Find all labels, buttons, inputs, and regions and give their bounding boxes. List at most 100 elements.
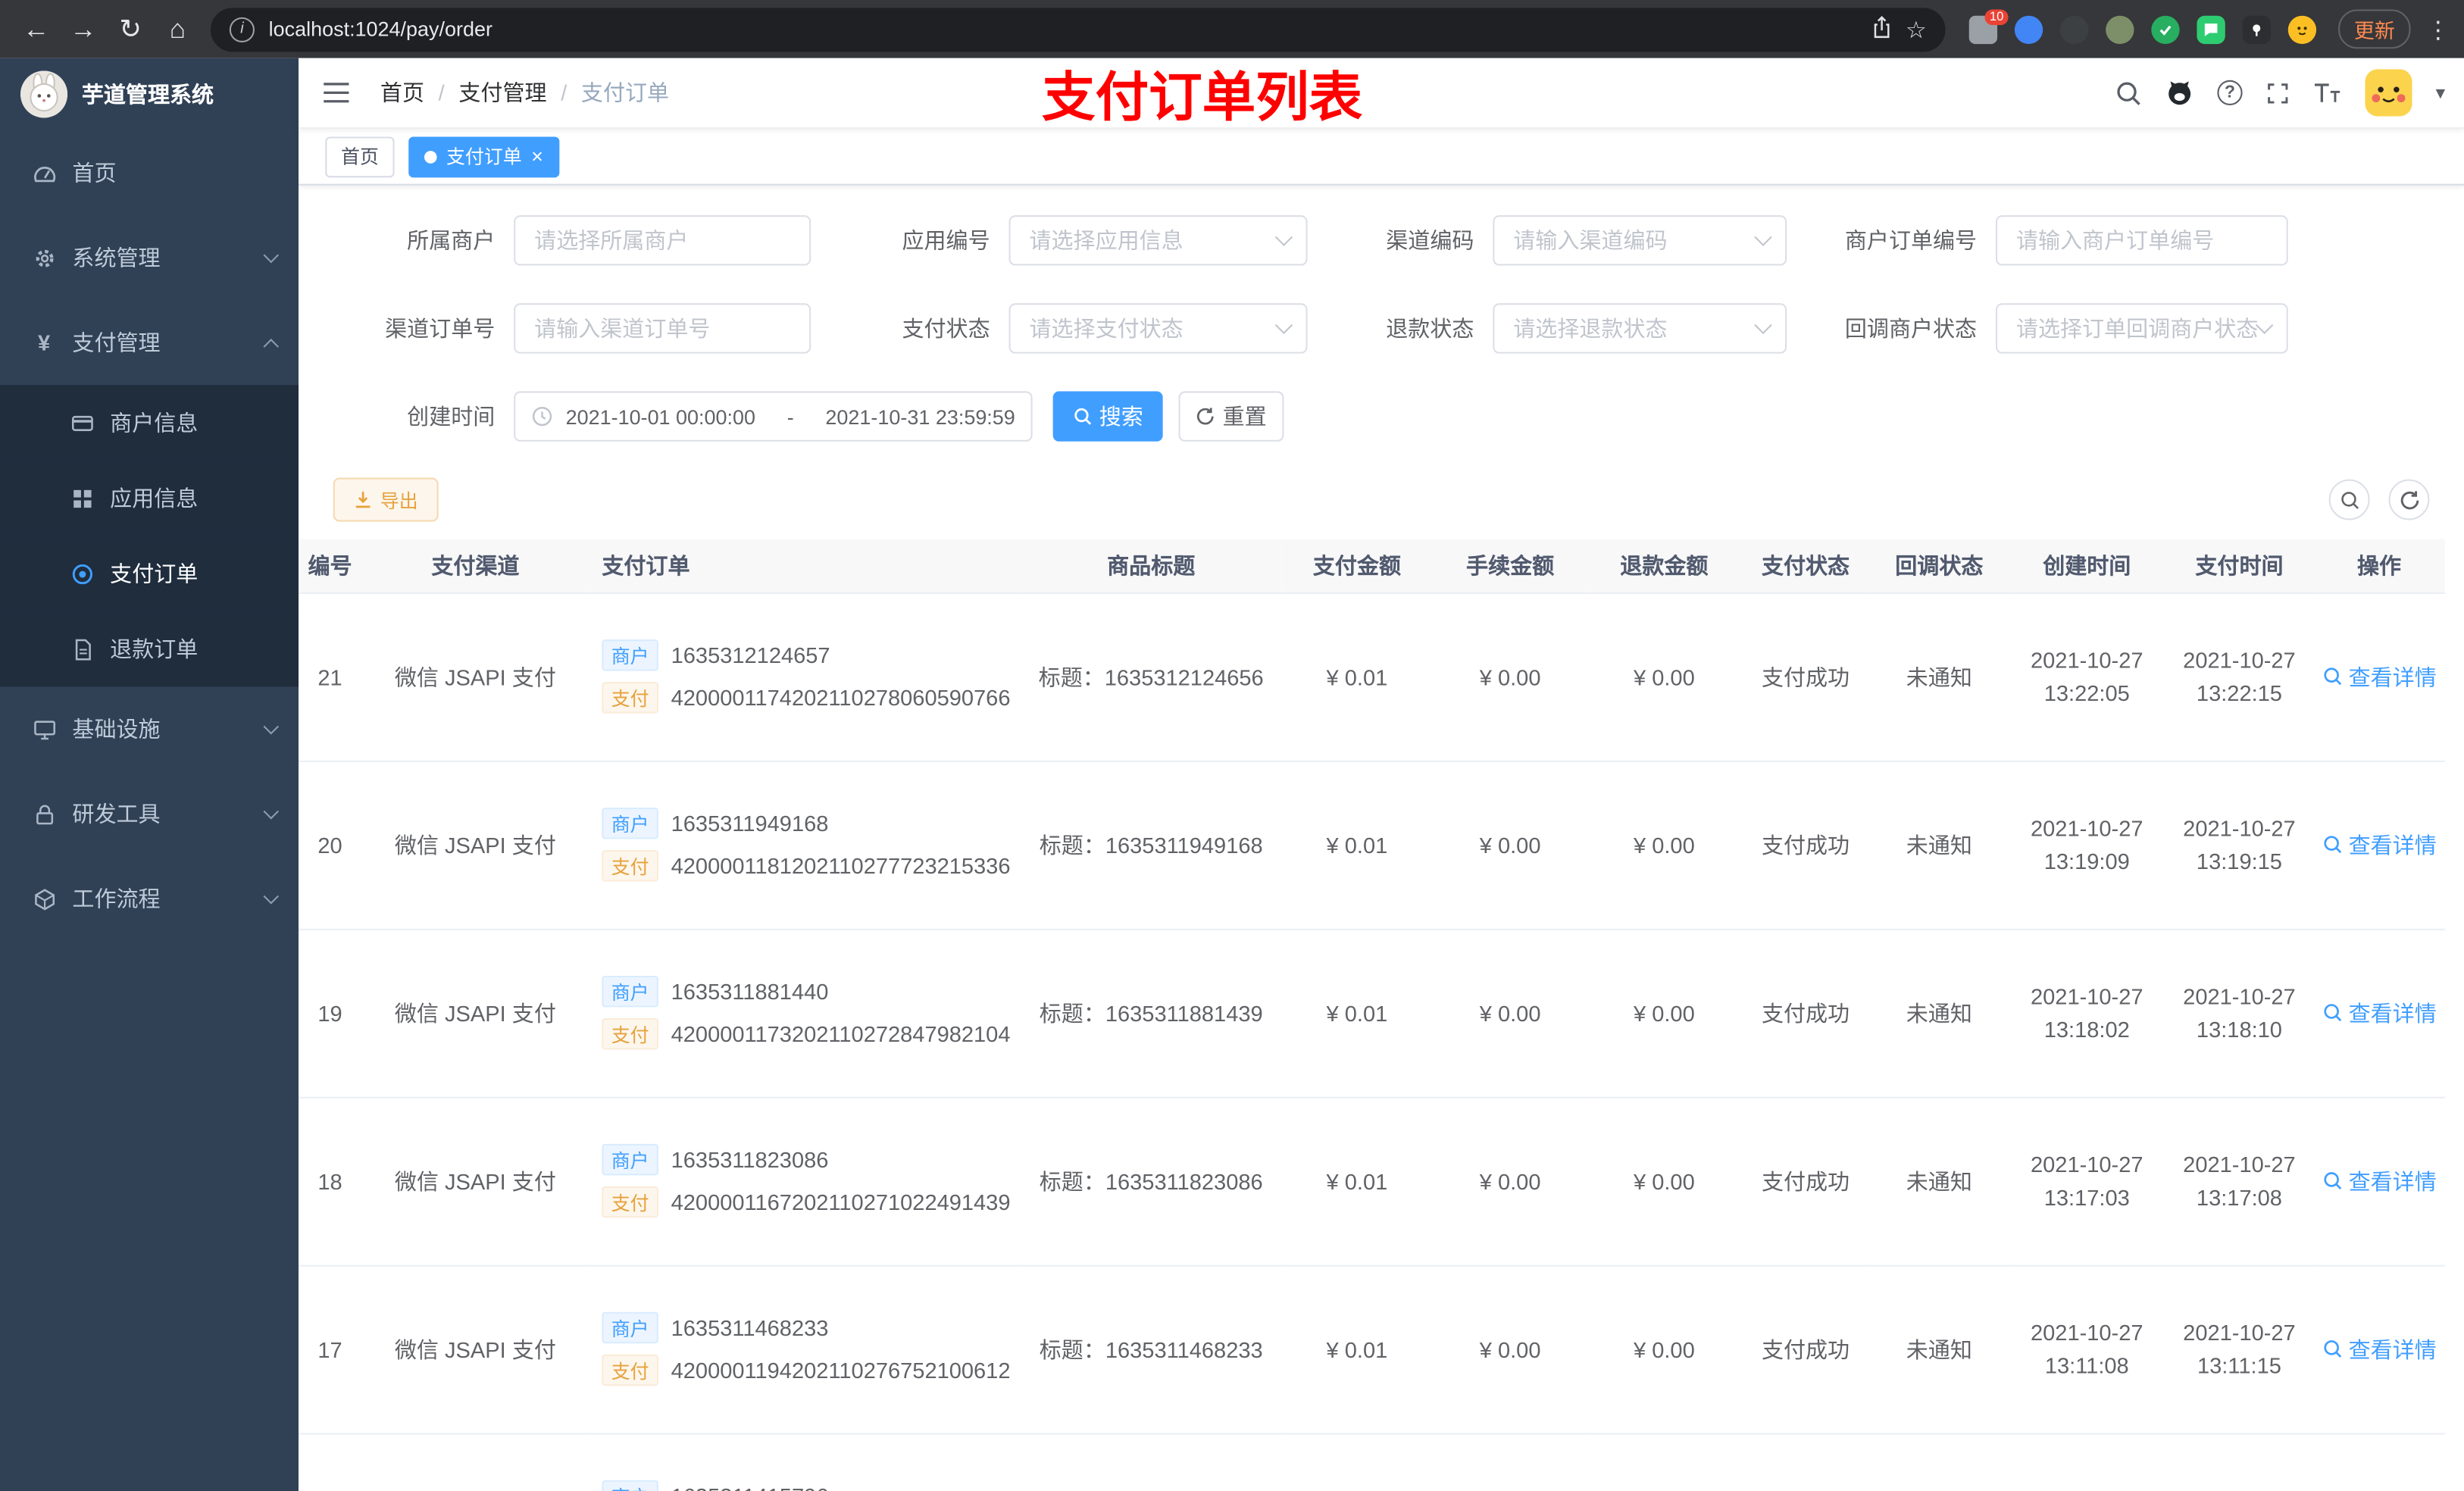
date: 2021-10-27 [2183,1151,2296,1177]
merchant-order-no: 1635311881440 [671,979,829,1005]
pay-status-select[interactable]: 请选择支付状态 [1008,303,1308,354]
app-logo[interactable]: 芋道管理系统 [0,58,299,130]
extension-check-icon[interactable] [2151,14,2180,44]
pay-order-no: 4200001173202110272847982104 [671,1021,1011,1047]
view-detail-link[interactable]: 查看详情 [2322,1165,2437,1196]
notify-status-select[interactable]: 请选择订单回调商户状态 [1995,303,2288,354]
tab-home[interactable]: 首页 [325,136,395,177]
cell-status: 支付成功 [1740,760,1871,930]
cell-title: 标题：1635311823086 [1021,1096,1281,1266]
help-icon[interactable]: ? [2217,80,2243,105]
cell-pay-order: 商户 1635311823086 支付 4200001167202110271022… [589,1096,1022,1266]
bookmark-star-icon[interactable]: ☆ [1906,15,1927,43]
sidebar-item-merchant-info[interactable]: 商户信息 [0,385,299,461]
sidebar-item-system[interactable]: 系统管理 [0,215,299,300]
sidebar-item-infrastructure[interactable]: 基础设施 [0,686,299,771]
app-filter-select[interactable]: 请选择应用信息 [1008,215,1308,266]
date: 2021-10-27 [2030,814,2143,840]
site-info-icon[interactable]: i [229,16,255,42]
column-header-status: 支付状态 [1740,539,1871,593]
toggle-search-icon[interactable] [2328,479,2370,520]
cell-channel: 微信 JSAPI 支付 [361,592,589,761]
font-size-icon[interactable] [2313,82,2341,104]
date: 2021-10-27 [2183,983,2296,1008]
sidebar-item-payment[interactable]: ¥ 支付管理 [0,300,299,385]
sidebar-item-refund-order[interactable]: 退款订单 [0,611,299,687]
extensions-area: 10 [1968,8,2317,44]
extension-pin-icon[interactable] [2242,14,2271,44]
sidebar-item-label: 研发工具 [72,801,161,827]
view-detail-link[interactable]: 查看详情 [2322,1333,2437,1364]
tab-label: 首页 [341,145,379,168]
cell-amount: ¥ 0.01 [1280,1096,1434,1266]
breadcrumb-home[interactable]: 首页 [380,77,424,108]
merchant-tag: 商户 [602,1311,659,1344]
browser-home-button[interactable]: ⌂ [154,7,201,51]
breadcrumb-pay-management[interactable]: 支付管理 [458,77,546,108]
cell-fee: ¥ 0.00 [1433,928,1587,1098]
avatar-dropdown-caret-icon[interactable]: ▾ [2436,82,2446,104]
merchant-filter-input[interactable] [514,215,811,266]
cell-title: 标题：1635312124656 [1021,592,1281,761]
table-row: 21 微信 JSAPI 支付 商户 1635312124657 支付 4200001… [299,592,2446,761]
pay-tag: 支付 [602,1017,659,1050]
view-detail-link[interactable]: 查看详情 [2322,661,2437,692]
extension-dark-icon[interactable] [2060,14,2089,44]
sidebar-item-workflow[interactable]: 工作流程 [0,856,299,941]
sidebar-item-dev-tools[interactable]: 研发工具 [0,771,299,856]
channel-code-filter-select[interactable]: 请输入渠道编码 [1493,215,1787,266]
back-icon: ← [23,13,50,44]
extension-drop-icon[interactable] [2014,14,2043,44]
search-button[interactable]: 搜索 [1052,391,1163,442]
address-bar[interactable]: i localhost:1024/pay/order ☆ [210,7,1946,52]
browser-reload-button[interactable]: ↻ [107,7,154,51]
browser-update-button[interactable]: 更新 [2338,9,2411,49]
sidebar-item-home[interactable]: 首页 [0,130,299,215]
extension-olive-icon[interactable] [2106,14,2134,44]
cell-refund: ¥ 0.00 [1587,592,1741,761]
create-time-range-picker[interactable]: 2021-10-01 00:00:00 - 2021-10-31 23:59:5… [514,391,1033,442]
screen-root: ← → ↻ ⌂ i localhost:1024/pay/order ☆ 10 [0,0,2464,1491]
home-icon: ⌂ [169,13,186,44]
reload-icon: ↻ [119,13,142,44]
cell-actions [2312,1433,2446,1491]
user-avatar[interactable] [2365,69,2412,117]
extension-puzzle-icon[interactable]: 10 [1968,8,2009,44]
reset-button[interactable]: 重置 [1178,391,1284,442]
browser-back-button[interactable]: ← [13,7,60,51]
refresh-icon[interactable] [2388,479,2430,520]
share-icon[interactable] [1871,15,1891,43]
cell-id [299,1433,362,1491]
extension-face-icon[interactable] [2287,14,2317,44]
chevron-down-icon [1274,316,1293,335]
browser-menu-icon[interactable]: ⋮ [2426,15,2450,43]
table-row: 20 微信 JSAPI 支付 商户 1635311949168 支付 4200001… [299,760,2446,930]
tab-close-icon[interactable]: × [531,146,543,167]
export-button[interactable]: 导出 [333,477,439,522]
cell-id: 19 [299,928,362,1098]
refund-status-select[interactable]: 请选择退款状态 [1493,303,1787,354]
search-icon[interactable] [2115,80,2142,106]
browser-forward-button[interactable]: → [60,7,107,51]
column-header-refund: 退款金额 [1587,539,1741,593]
channel-order-no-input[interactable] [514,303,811,354]
sidebar-item-app-info[interactable]: 应用信息 [0,460,299,536]
cell-status: 支付成功 [1740,1264,1871,1434]
chevron-down-icon [263,247,280,264]
view-detail-link[interactable]: 查看详情 [2322,829,2437,860]
extension-chat-icon[interactable] [2197,14,2225,44]
select-placeholder: 请选择订单回调商户状态 [2015,315,2259,342]
tab-pay-order[interactable]: 支付订单 × [408,136,559,177]
sidebar-item-label: 首页 [72,160,117,186]
merchant-order-no: 1635311823086 [671,1147,829,1173]
sidebar-collapse-icon[interactable] [322,80,350,105]
fullscreen-icon[interactable] [2266,81,2290,105]
view-detail-link[interactable]: 查看详情 [2322,997,2437,1028]
tags-view-bar: 首页 支付订单 × [299,129,2464,186]
chevron-down-icon [1754,316,1772,335]
select-placeholder: 请选择退款状态 [1513,315,1668,342]
merchant-order-no-input[interactable] [1995,215,2288,266]
github-icon[interactable] [2165,79,2194,107]
date: 2021-10-27 [2030,646,2143,672]
sidebar-item-pay-order[interactable]: 支付订单 [0,536,299,611]
